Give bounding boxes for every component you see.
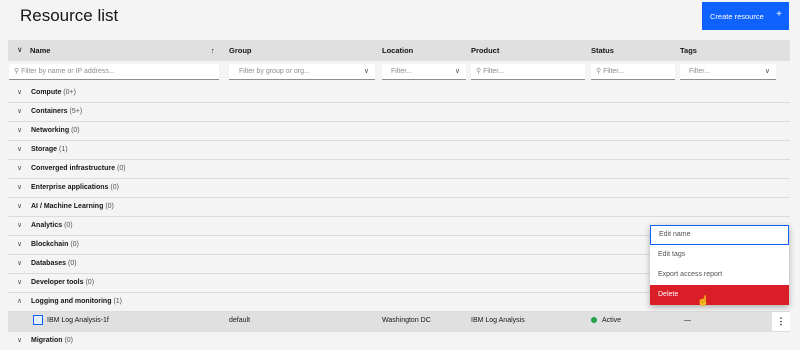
- column-tags[interactable]: Tags: [680, 46, 697, 55]
- chevron-down-icon[interactable]: ∨: [17, 336, 22, 344]
- resource-product: IBM Log Analysis: [471, 317, 525, 324]
- chevron-down-icon[interactable]: ∨: [17, 164, 22, 172]
- page-title: Resource list: [20, 6, 119, 25]
- category-row-migration[interactable]: ∨ Migration (0): [8, 332, 790, 350]
- category-row-enterprise-applications[interactable]: ∨ Enterprise applications (0): [8, 179, 790, 198]
- status-filter-input[interactable]: ⚲ Filter...: [591, 64, 675, 80]
- chevron-down-icon[interactable]: ∨: [17, 202, 22, 210]
- overflow-menu-button[interactable]: ⋮: [772, 312, 790, 331]
- category-row-networking[interactable]: ∨ Networking (0): [8, 122, 790, 141]
- menu-item-edit-tags[interactable]: Edit tags: [650, 245, 789, 265]
- group-filter-select[interactable]: Filter by group or org... ∨: [229, 64, 375, 80]
- chevron-down-icon: ∨: [454, 68, 460, 75]
- overflow-context-menu: Edit name Edit tags Export access report…: [650, 225, 789, 305]
- resource-row[interactable]: IBM Log Analysis-1f default Washington D…: [8, 312, 790, 332]
- resource-tags: —: [684, 317, 691, 324]
- resource-status: Active: [591, 317, 621, 324]
- column-group[interactable]: Group: [229, 46, 252, 55]
- sort-ascending-icon[interactable]: ↑: [211, 46, 215, 55]
- create-resource-button[interactable]: Create resource +: [702, 2, 789, 30]
- chevron-down-icon[interactable]: ∨: [17, 278, 22, 286]
- location-filter-select[interactable]: Filter... ∨: [382, 64, 466, 80]
- chevron-down-icon: ∨: [764, 68, 770, 75]
- chevron-down-icon[interactable]: ∨: [17, 145, 22, 153]
- product-filter-input[interactable]: ⚲ Filter...: [471, 64, 585, 80]
- category-row-storage[interactable]: ∨ Storage (1): [8, 141, 790, 160]
- chevron-down-icon: ∨: [363, 68, 369, 75]
- collapse-all-icon[interactable]: ∨: [17, 45, 23, 54]
- name-filter-input[interactable]: ⚲ Filter by name or IP address...: [9, 64, 219, 80]
- chevron-up-icon[interactable]: ∧: [17, 297, 22, 305]
- chevron-down-icon[interactable]: ∨: [17, 183, 22, 191]
- chevron-down-icon[interactable]: ∨: [17, 88, 22, 96]
- chevron-down-icon[interactable]: ∨: [17, 240, 22, 248]
- column-name[interactable]: Name: [30, 46, 50, 55]
- category-row-containers[interactable]: ∨ Containers (5+): [8, 103, 790, 122]
- column-location[interactable]: Location: [382, 46, 413, 55]
- log-analysis-icon: [33, 315, 43, 325]
- category-row-converged-infrastructure[interactable]: ∨ Converged infrastructure (0): [8, 160, 790, 179]
- resource-location: Washington DC: [382, 317, 431, 324]
- resource-name-link[interactable]: IBM Log Analysis-1f: [47, 317, 109, 324]
- chevron-down-icon[interactable]: ∨: [17, 259, 22, 267]
- filter-row: ⚲ Filter by name or IP address... Filter…: [8, 61, 790, 84]
- chevron-down-icon[interactable]: ∨: [17, 126, 22, 134]
- plus-icon: +: [776, 9, 782, 20]
- chevron-down-icon[interactable]: ∨: [17, 107, 22, 115]
- table-header: ∨ Name ↑ Group Location Product Status T…: [8, 40, 790, 61]
- column-status[interactable]: Status: [591, 46, 614, 55]
- resource-group: default: [229, 317, 251, 324]
- chevron-down-icon[interactable]: ∨: [17, 221, 22, 229]
- hand-cursor-icon: ☝: [697, 296, 710, 307]
- menu-item-edit-name[interactable]: Edit name: [650, 225, 789, 245]
- column-product[interactable]: Product: [471, 46, 499, 55]
- category-row-compute[interactable]: ∨ Compute (0+): [8, 84, 790, 103]
- create-resource-label: Create resource: [710, 11, 764, 21]
- status-active-icon: [591, 317, 597, 324]
- menu-item-delete[interactable]: Delete: [650, 285, 789, 305]
- menu-item-export-access-report[interactable]: Export access report: [650, 265, 789, 285]
- tags-filter-select[interactable]: Filter... ∨: [680, 64, 776, 80]
- category-row-ai-machine-learning[interactable]: ∨ AI / Machine Learning (0): [8, 198, 790, 217]
